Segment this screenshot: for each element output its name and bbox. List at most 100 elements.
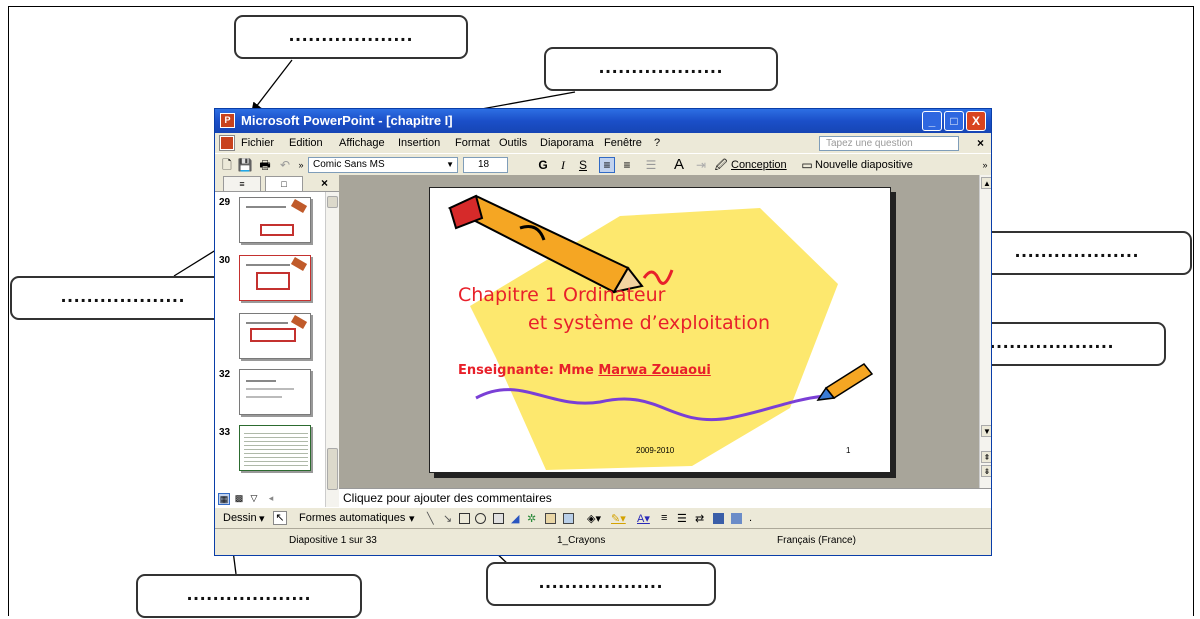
- teacher-label: Enseignante: Mme: [458, 363, 599, 378]
- document-icon[interactable]: [219, 135, 235, 151]
- menu-outils[interactable]: Outils: [499, 137, 527, 149]
- indent-icon[interactable]: ⇥: [693, 157, 709, 173]
- toolbar-more-icon[interactable]: »: [977, 157, 991, 173]
- textbox-icon[interactable]: [493, 513, 504, 524]
- font-select[interactable]: Comic Sans MS ▼: [308, 157, 458, 173]
- slide-thumbnail-33[interactable]: [239, 425, 311, 471]
- document-close-icon[interactable]: ×: [977, 136, 984, 150]
- pencil-small-icon: [816, 363, 874, 401]
- scroll-up-arrow[interactable]: [327, 196, 338, 208]
- print-icon[interactable]: 🖶: [257, 157, 273, 173]
- slide-thumbnail-30[interactable]: [239, 255, 311, 301]
- thumbnail-number: 30: [219, 255, 231, 266]
- clipart-icon[interactable]: [545, 513, 556, 524]
- help-question-input[interactable]: Tapez une question: [819, 136, 959, 151]
- slide-thumbnail-31[interactable]: [239, 313, 311, 359]
- menu-diaporama[interactable]: Diaporama: [540, 137, 594, 149]
- thumbnail-number: 33: [219, 427, 231, 438]
- arrow-icon[interactable]: ↘: [443, 512, 452, 525]
- design-icon[interactable]: 🖉: [713, 157, 729, 173]
- line-icon[interactable]: ╲: [427, 512, 434, 525]
- bullets-button[interactable]: ☰: [643, 157, 659, 173]
- scroll-up-button[interactable]: ▲: [981, 177, 991, 189]
- slide-canvas[interactable]: Chapitre 1 Ordinateur et système d’explo…: [429, 187, 891, 473]
- oval-icon[interactable]: [475, 513, 486, 524]
- tab-outline[interactable]: ≡: [223, 176, 261, 191]
- teacher-name: Marwa Zouaoui: [598, 363, 711, 378]
- menu-insertion[interactable]: Insertion: [398, 137, 440, 149]
- menu-fichier[interactable]: Fichier: [241, 137, 274, 149]
- slides-pane-scrollbar[interactable]: [325, 192, 339, 507]
- slide-teacher: Enseignante: Mme Marwa Zouaoui: [458, 363, 711, 378]
- align-left-button[interactable]: ≡: [599, 157, 615, 173]
- line-style-icon[interactable]: ≡: [661, 512, 667, 524]
- notes-pane[interactable]: Cliquez pour ajouter des commentaires: [339, 488, 991, 507]
- previous-slide-button[interactable]: ⇞: [981, 451, 991, 463]
- fill-color-icon[interactable]: ◈▾: [587, 512, 601, 525]
- slides-pane: ≡ □ × 29 30 32 33: [215, 175, 339, 507]
- new-slide-icon[interactable]: ▭: [799, 157, 815, 173]
- new-slide-button[interactable]: Nouvelle diapositive: [815, 157, 913, 173]
- autoshapes-button[interactable]: Formes automatiques: [299, 512, 405, 524]
- pane-close-icon[interactable]: ×: [321, 176, 328, 190]
- drawing-more-icon[interactable]: .: [749, 512, 752, 524]
- font-size-select[interactable]: 18: [463, 157, 508, 173]
- slide-thumbnail-29[interactable]: [239, 197, 311, 243]
- tab-slides[interactable]: □: [265, 176, 303, 191]
- slide-title-line-1: Chapitre 1 Ordinateur: [458, 284, 666, 306]
- callout-toolbar: ...................: [962, 231, 1192, 275]
- dash-style-icon[interactable]: ☰: [677, 512, 687, 525]
- minimize-button[interactable]: _: [922, 111, 942, 131]
- scroll-down-button[interactable]: ▼: [981, 425, 991, 437]
- status-slide-position: Diapositive 1 sur 33: [289, 535, 377, 546]
- rectangle-icon[interactable]: [459, 513, 470, 524]
- arrow-style-icon[interactable]: ⇄: [695, 512, 704, 525]
- scrollbar-thumb[interactable]: [327, 448, 338, 490]
- increase-font-icon[interactable]: A: [671, 157, 687, 173]
- shadow-icon[interactable]: [713, 513, 724, 524]
- powerpoint-icon[interactable]: P: [220, 113, 235, 128]
- status-language: Français (France): [777, 535, 856, 546]
- slide-thumbnail-32[interactable]: [239, 369, 311, 415]
- slide-vertical-scrollbar[interactable]: ▲ ▼ ⇞ ⇟: [979, 175, 991, 488]
- menu-format[interactable]: Format: [455, 137, 490, 149]
- design-button[interactable]: Conception: [731, 157, 787, 173]
- window-title: Microsoft PowerPoint - [chapitre I]: [241, 113, 453, 128]
- menu-edition[interactable]: Edition: [289, 137, 323, 149]
- slideshow-view-button[interactable]: ▽: [248, 493, 260, 505]
- draw-menu-button[interactable]: Dessin: [223, 512, 257, 524]
- next-slide-button[interactable]: ⇟: [981, 465, 991, 477]
- font-color-icon[interactable]: A▾: [637, 512, 650, 525]
- scroll-left-icon[interactable]: ◂: [265, 493, 277, 505]
- line-color-icon[interactable]: ✎▾: [611, 512, 626, 525]
- new-document-icon[interactable]: 🗋: [219, 157, 235, 173]
- formatting-toolbar: 🗋 💾 🖶 ↶ » Comic Sans MS ▼ 18 G I S ≡ ≡ ☰ …: [215, 153, 991, 175]
- underline-button[interactable]: S: [575, 157, 591, 173]
- draw-dropdown-icon[interactable]: ▾: [259, 512, 265, 525]
- drawing-toolbar: Dessin ▾ ↖ Formes automatiques ▾ ╲ ↘ ◢ ✲…: [215, 507, 991, 528]
- diagram-icon[interactable]: ✲: [527, 512, 536, 525]
- view-buttons: ▦ ▩ ▽ ◂: [215, 493, 339, 507]
- maximize-button[interactable]: □: [944, 111, 964, 131]
- menu-help[interactable]: ?: [654, 137, 660, 149]
- thumbnail-number: 29: [219, 197, 231, 208]
- callout-title-bar: ...................: [234, 15, 468, 59]
- wordart-icon[interactable]: ◢: [511, 512, 519, 525]
- menu-affichage[interactable]: Affichage: [339, 137, 385, 149]
- select-arrow-icon[interactable]: ↖: [273, 511, 287, 525]
- autoshapes-dropdown-icon[interactable]: ▾: [409, 512, 415, 525]
- toolbar-options-icon[interactable]: »: [293, 157, 309, 173]
- close-button[interactable]: X: [966, 111, 986, 131]
- bold-button[interactable]: G: [535, 157, 551, 173]
- undo-icon[interactable]: ↶: [277, 157, 293, 173]
- 3d-icon[interactable]: [731, 513, 742, 524]
- slide-editing-area: Chapitre 1 Ordinateur et système d’explo…: [339, 175, 979, 488]
- normal-view-button[interactable]: ▦: [218, 493, 230, 505]
- save-icon[interactable]: 💾: [237, 157, 253, 173]
- status-bar: Diapositive 1 sur 33 1_Crayons Français …: [215, 528, 991, 555]
- center-button[interactable]: ≡: [619, 157, 635, 173]
- menu-fenetre[interactable]: Fenêtre: [604, 137, 642, 149]
- slide-sorter-view-button[interactable]: ▩: [233, 493, 245, 505]
- italic-button[interactable]: I: [555, 157, 571, 173]
- picture-icon[interactable]: [563, 513, 574, 524]
